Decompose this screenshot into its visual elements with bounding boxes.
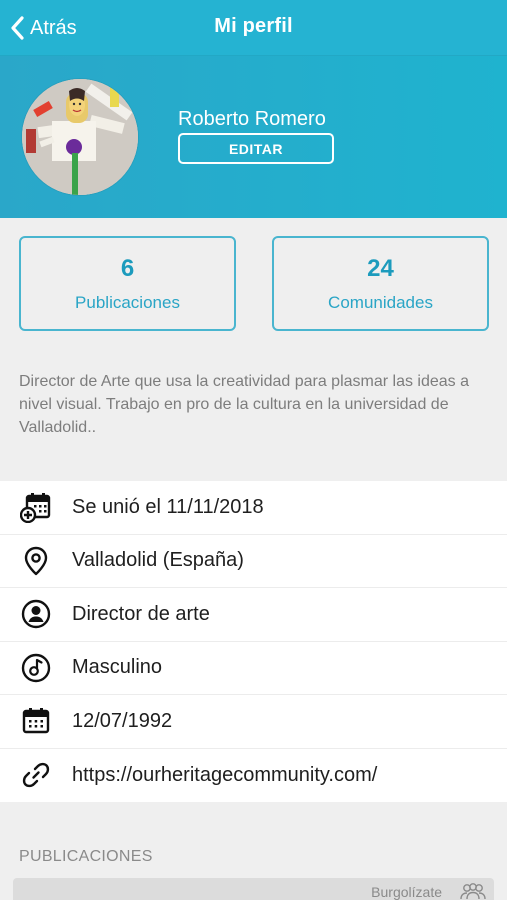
info-row-occupation: Director de arte: [0, 588, 507, 642]
link-icon: [19, 758, 53, 792]
calendar-icon: [19, 704, 53, 738]
info-text-joined: Se unió el 11/11/2018: [72, 495, 264, 518]
profile-info-list: Se unió el 11/11/2018 Valladolid (España…: [0, 481, 507, 802]
publications-stat-card[interactable]: 6 Publicaciones: [19, 236, 236, 331]
info-row-birthdate: 12/07/1992: [0, 695, 507, 749]
website-link[interactable]: https://ourheritagecommunity.com/: [72, 764, 377, 787]
profile-name: Roberto Romero: [178, 108, 326, 130]
calendar-add-icon: [19, 490, 53, 524]
location-pin-icon: [19, 544, 53, 578]
publications-section-title: PUBLICACIONES: [19, 848, 153, 865]
info-text-occupation: Director de arte: [72, 602, 210, 625]
post-community-name: Burgolízate: [371, 884, 442, 900]
page-title: Mi perfil: [214, 15, 293, 37]
info-row-location: Valladolid (España): [0, 535, 507, 588]
communities-count: 24: [367, 254, 394, 282]
navigation-bar: Atrás Mi perfil: [0, 0, 507, 56]
info-text-location: Valladolid (España): [72, 549, 244, 572]
post-card[interactable]: Burgolízate: [13, 878, 494, 900]
info-text-gender: Masculino: [72, 656, 163, 679]
communities-stat-card[interactable]: 24 Comunidades: [272, 236, 489, 331]
avatar-image: [22, 79, 138, 195]
community-icon: [460, 883, 486, 900]
publications-count: 6: [120, 254, 135, 282]
person-circle-icon: [19, 597, 53, 631]
info-text-birthdate: 12/07/1992: [72, 709, 173, 732]
info-row-gender: Masculino: [0, 642, 507, 695]
edit-profile-button[interactable]: EDITAR: [178, 133, 334, 164]
avatar[interactable]: [22, 79, 138, 195]
info-row-website[interactable]: https://ourheritagecommunity.com/: [0, 749, 507, 803]
publications-label: Publicaciones: [75, 292, 180, 312]
info-row-joined: Se unió el 11/11/2018: [0, 481, 507, 535]
gender-icon: [19, 651, 53, 685]
profile-bio: Director de Arte que usa la creatividad …: [19, 373, 470, 436]
communities-label: Comunidades: [328, 292, 433, 312]
